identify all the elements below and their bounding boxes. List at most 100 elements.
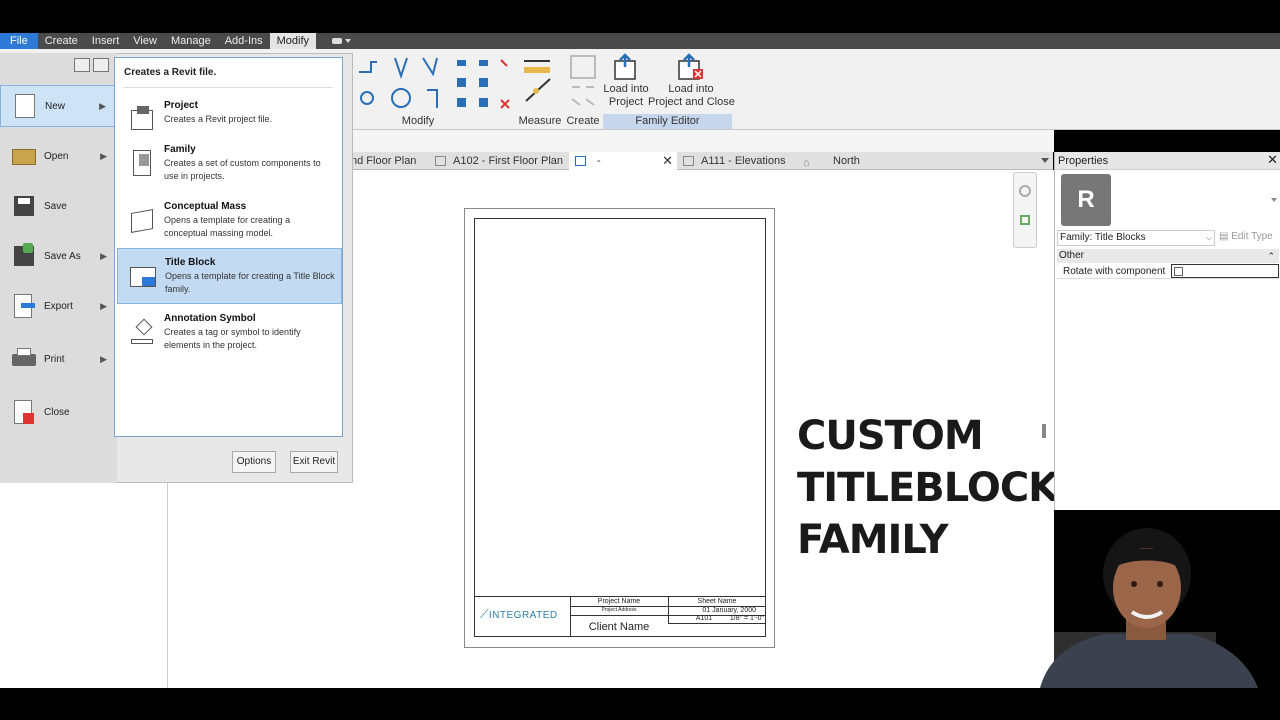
properties-group-header[interactable]: Other ⌃ [1057,249,1279,263]
chevron-down-icon: ⌵ [1205,233,1212,242]
create-panel-label: Create [566,115,600,127]
menu-close-label: Close [44,406,70,418]
contextual-toggle-icon[interactable] [330,36,352,46]
load-into-project-icon[interactable] [613,53,639,81]
view-tab-north[interactable]: ⌂ North [803,152,860,170]
modify-tools-icon[interactable] [355,54,515,116]
open-folder-icon [11,143,37,169]
new-conceptual-mass-item[interactable]: Conceptual Mass Opens a template for cre… [117,193,342,249]
menu-close[interactable]: Close [0,391,117,433]
rotate-checkbox[interactable] [1171,264,1279,278]
load-into-project-button[interactable]: Load into Project [600,83,652,109]
menu-print[interactable]: Print ▶ [0,338,117,380]
new-title-block-item[interactable]: Title Block Opens a template for creatin… [117,248,342,304]
view-tab-a102-label: A102 - First Floor Plan [453,155,564,167]
project-icon [129,106,155,132]
view-tab-a102[interactable]: A102 - First Floor Plan [433,152,563,170]
sheet-name: Sheet Name [697,598,737,605]
steering-wheel-icon[interactable] [1019,185,1031,197]
property-row: Rotate with component [1057,264,1279,279]
type-selector-dropdown-icon[interactable] [1271,198,1277,202]
view-tab-a111[interactable]: A111 - Elevations [681,152,786,170]
menu-export[interactable]: Export ▶ [0,285,117,327]
family-editor-panel-label: Family Editor [603,114,732,129]
submenu-arrow-icon: ▶ [99,100,106,111]
measure-icon[interactable] [520,55,562,111]
create-icon[interactable] [568,53,598,109]
letterbox-bottom [0,688,1280,720]
exit-revit-button[interactable]: Exit Revit [290,451,338,473]
menu-open[interactable]: Open ▶ [0,135,117,177]
title-line-1: CUSTOM [797,413,984,459]
revit-window: File Create Insert View Manage Add-Ins M… [0,0,1280,720]
collapse-icon: ⌃ [1267,251,1275,261]
view-tab-a111-label: A111 - Elevations [701,155,786,167]
printer-icon [11,346,37,372]
menu-new[interactable]: New ▶ [0,85,117,127]
edit-type-icon: ▤ [1219,231,1232,242]
submenu-arrow-icon: ▶ [100,353,107,364]
menu-save-label: Save [44,200,67,212]
view-tab-current[interactable]: - ✕ [569,152,677,170]
property-label: Rotate with component [1063,266,1166,277]
close-icon[interactable]: ✕ [1267,152,1278,168]
submenu-arrow-icon: ▶ [100,300,107,311]
create-tab[interactable]: Create [38,33,85,49]
properties-title: Properties [1058,155,1109,167]
sheet-icon [575,156,586,166]
menu-print-label: Print [44,353,65,365]
type-selector[interactable]: Family: Title Blocks ⌵ [1057,230,1215,246]
new-title-block-desc: Opens a template for creating a Title Bl… [165,271,335,294]
client-name: Client Name [588,621,650,633]
load-into-project-close-icon[interactable] [677,53,707,81]
floor-plan-icon [435,156,446,166]
view-tab-floor-plan[interactable]: nd Floor Plan [351,152,416,170]
options-button[interactable]: Options [232,451,276,473]
company-logo: ⟋INTEGRATED [480,607,558,621]
new-family-desc: Creates a set of custom components to us… [164,158,321,181]
menu-save-as[interactable]: Save As ▶ [0,235,117,277]
manage-tab[interactable]: Manage [164,33,218,49]
menu-export-label: Export [44,300,73,312]
project-address: Project Address [601,607,637,613]
sheet-icon [683,156,694,166]
modify-panel-label: Modify [401,115,435,127]
recent-docs-icon[interactable] [74,58,90,72]
tabs-dropdown-icon[interactable] [1041,158,1049,163]
menu-save[interactable]: Save [0,185,117,227]
properties-panel: Properties ✕ R Family: Title Blocks ⌵ ▤ … [1054,152,1280,510]
edit-type-label: Edit Type [1231,231,1273,242]
sheet-scale: 1/8" = 1'-0" [729,615,764,622]
edit-type-button[interactable]: ▤ Edit Type [1219,230,1279,246]
add-ins-tab[interactable]: Add-Ins [218,33,270,49]
save-icon [11,193,37,219]
file-tab[interactable]: File [0,33,38,49]
view-tabs-bar: nd Floor Plan A102 - First Floor Plan - … [343,152,1053,170]
annotation-symbol-icon [129,318,155,345]
project-name: Project Name [597,598,641,605]
close-file-icon [11,399,37,425]
zoom-icon[interactable] [1020,215,1030,225]
modify-tab[interactable]: Modify [269,33,317,49]
new-family-item[interactable]: Family Creates a set of custom component… [117,136,342,192]
insert-tab[interactable]: Insert [85,33,127,49]
new-annotation-symbol-desc: Creates a tag or symbol to identify elem… [164,327,301,350]
close-tab-icon[interactable]: ✕ [662,152,673,170]
new-annotation-symbol-item[interactable]: Annotation Symbol Creates a tag or symbo… [117,305,342,361]
presenter-webcam [1040,528,1258,688]
view-tab[interactable]: View [126,33,164,49]
new-submenu: Creates a Revit file. Project Creates a … [114,57,343,437]
open-docs-icon[interactable] [93,58,109,72]
revit-family-icon: R [1061,174,1111,226]
new-project-desc: Creates a Revit project file. [164,114,273,124]
export-icon [11,293,37,319]
title-line-2: TITLEBLOCK [797,465,1059,511]
sheet-date: 01 January, 2000 [702,607,756,614]
submenu-arrow-icon: ▶ [100,150,107,161]
title-line-3: FAMILY [797,517,949,563]
video-title-overlay: CUSTOM TITLEBLOCK FAMILY [797,410,1059,566]
new-annotation-symbol-title: Annotation Symbol [164,313,256,324]
navigation-bar[interactable] [1013,172,1037,248]
load-into-project-close-button[interactable]: Load into Project and Close [648,83,735,109]
logo-text: INTEGRATED [488,610,558,621]
